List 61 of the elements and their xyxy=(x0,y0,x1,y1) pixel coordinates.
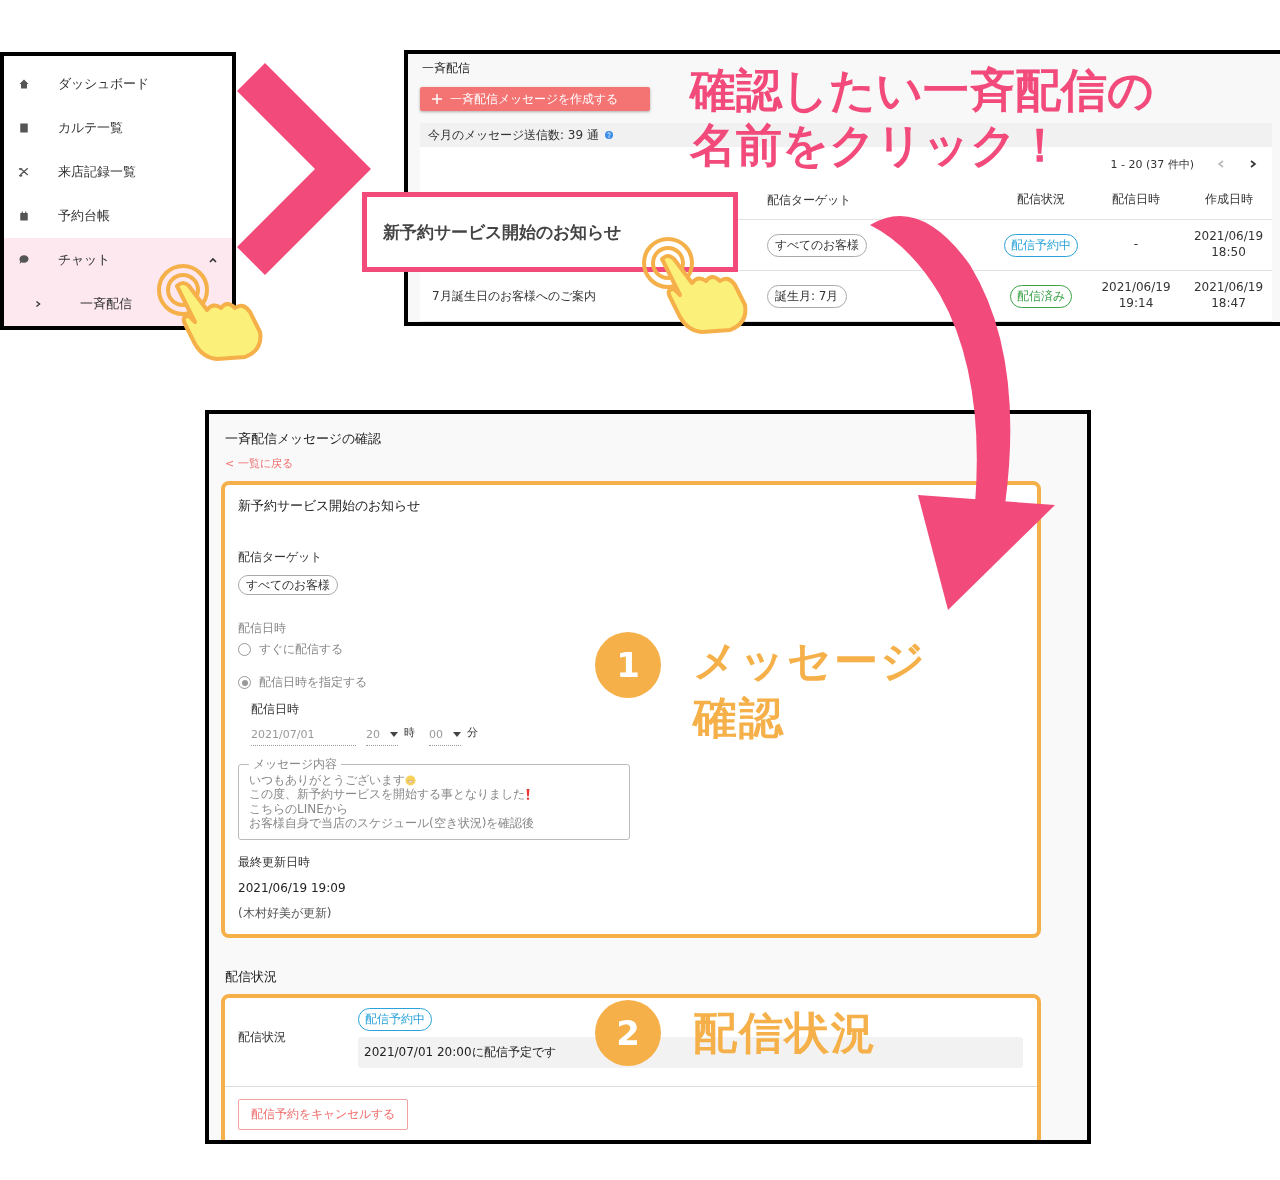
chevron-right-icon xyxy=(34,300,42,308)
column-header: 配信ターゲット xyxy=(767,191,852,209)
sidebar-label: チャット xyxy=(58,251,111,269)
status-tag: 配信予約中 xyxy=(358,1007,432,1031)
field-label: 最終更新日時 xyxy=(238,853,311,871)
status-tag: 配信予約中 xyxy=(1004,233,1078,257)
message-title: 新予約サービス開始のお知らせ xyxy=(238,497,421,515)
field-label: 配信日時 xyxy=(251,701,300,718)
monthly-count: 今月のメッセージ送信数: 39 通 xyxy=(428,126,599,144)
unit-label: 時 xyxy=(404,725,415,741)
radio-label: 配信日時を指定する xyxy=(259,674,367,691)
sidebar-label: 来店記録一覧 xyxy=(58,163,137,181)
field-label: 配信日時 xyxy=(238,620,287,637)
headline-text: 確認したい一斉配信の xyxy=(690,64,1154,117)
page-title: 一斉配信メッセージの確認 xyxy=(225,430,382,448)
collapse-caret-icon xyxy=(208,255,218,265)
headline-text: 名前をクリック！ xyxy=(690,118,1063,172)
field-label: 配信状況 xyxy=(238,1029,287,1047)
sidebar-item[interactable]: チャット xyxy=(4,238,232,282)
unit-label: 分 xyxy=(467,725,478,741)
step-caption: 確認 xyxy=(693,691,786,746)
page-title: 一斉配信 xyxy=(422,60,471,77)
dropdown-caret-icon xyxy=(453,731,461,738)
step-caption: メッセージ xyxy=(693,634,927,688)
table-cell-text: - xyxy=(1132,237,1140,253)
radio-label: すぐに配信する xyxy=(259,641,343,658)
field-label: 配信ターゲット xyxy=(238,549,323,566)
help-icon[interactable] xyxy=(604,131,613,139)
column-header: 配信状況 xyxy=(1016,192,1066,208)
field-label: メッセージ内容 xyxy=(252,756,338,773)
smiley-emoji-icon xyxy=(405,774,416,786)
message-line: いつもありがとうございます xyxy=(249,773,405,788)
callout-text: 新予約サービス開始のお知らせ xyxy=(383,220,621,244)
updated-time: 2021/06/19 19:09 xyxy=(238,880,347,895)
table-cell-text: 2021/06/19 18:50 xyxy=(1192,229,1265,261)
column-header: 作成日時 xyxy=(1203,192,1254,208)
sidebar-label: カルテ一覧 xyxy=(58,119,124,137)
status-tag: 配信済み xyxy=(1010,284,1072,308)
chat-bubble-icon xyxy=(18,254,30,266)
message-line: この度、新予約サービスを開始する事となりました xyxy=(249,787,525,802)
updated-by: (木村好美が更新) xyxy=(238,904,333,922)
scissors-icon xyxy=(18,166,30,178)
message-line: こちらのLINEから xyxy=(249,801,348,817)
previous-page-icon xyxy=(1216,159,1226,169)
table-cell[interactable]: 7月誕生日のお客様へのご案内 xyxy=(432,287,767,305)
plus-icon xyxy=(432,94,442,104)
table-cell-text: 2021/06/19 18:47 xyxy=(1192,280,1265,312)
message-textarea[interactable]: メッセージ内容 いつもありがとうございます この度、新予約サービスを開始する事となりました こちらのLINEから お客様自身で当店のスケジュール(空き状況)を確認後 xyxy=(238,756,630,840)
exclamation-icon xyxy=(525,789,531,801)
dropdown-caret-icon xyxy=(390,731,398,738)
calendar-icon xyxy=(18,210,30,222)
sidebar-label: 一斉配信 xyxy=(80,295,132,313)
sidebar-label: ダッシュボード xyxy=(58,75,150,93)
message-line: お客様自身で当店のスケジュール(空き状況)を確認後 xyxy=(249,816,535,831)
table-cell-text: 2021/06/19 19:14 xyxy=(1100,280,1172,312)
pagination-text: 1 - 20 (37 件中) xyxy=(1110,156,1194,172)
section-title: 配信状況 xyxy=(225,967,278,986)
sidebar-label: 予約台帳 xyxy=(58,207,111,225)
next-page-icon xyxy=(1248,159,1258,169)
home-icon xyxy=(18,78,30,90)
column-header: 配信日時 xyxy=(1111,192,1161,208)
